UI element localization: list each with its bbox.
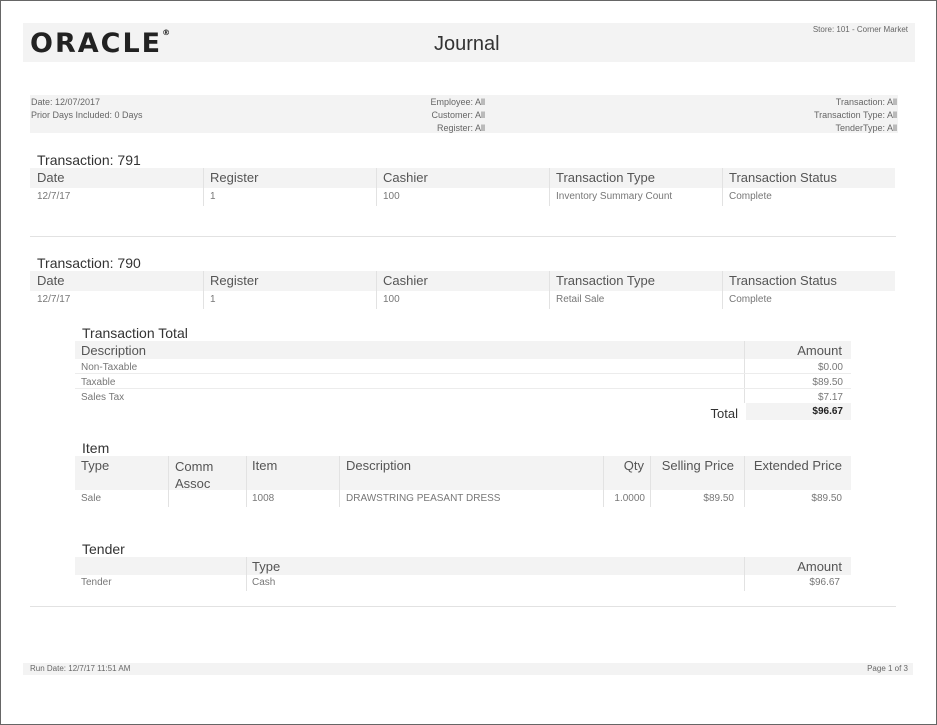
- row-divider: [75, 388, 851, 389]
- item-selling-price: $89.50: [703, 493, 734, 504]
- cell-date: 12/7/17: [37, 294, 71, 305]
- item-description: DRAWSTRING PEASANT DRESS: [346, 493, 501, 504]
- filter-register: Register: All: [436, 123, 485, 133]
- col-extended-price: Extended Price: [753, 458, 842, 473]
- column-divider: [722, 168, 723, 206]
- item-number: 1008: [252, 493, 275, 504]
- transaction-title: Transaction: 791: [37, 152, 141, 168]
- total-row-label: Sales Tax: [81, 392, 125, 403]
- tender-type: Cash: [252, 577, 276, 588]
- row-divider: [75, 373, 851, 374]
- total-row-amount: $89.50: [812, 377, 843, 388]
- column-divider: [603, 456, 604, 507]
- col-description: Description: [81, 343, 147, 358]
- item-qty: 1.0000: [614, 493, 645, 504]
- cell-transaction-type: Inventory Summary Count: [556, 191, 673, 202]
- cell-cashier: 100: [383, 191, 400, 202]
- column-divider: [744, 456, 745, 507]
- footer-band: [23, 663, 913, 675]
- report-page: ORACLE® Journal Store: 101 - Corner Mark…: [0, 0, 937, 725]
- column-divider: [376, 168, 377, 206]
- col-cashier: Cashier: [383, 170, 428, 185]
- tender-title: Tender: [82, 541, 125, 557]
- col-description: Description: [346, 458, 412, 473]
- column-divider: [203, 271, 204, 309]
- run-date: Run Date: 12/7/17 11:51 AM: [30, 664, 131, 673]
- col-date: Date: [37, 273, 65, 288]
- total-row-amount: $7.17: [817, 392, 843, 403]
- col-date: Date: [37, 170, 65, 185]
- section-divider: [30, 236, 896, 237]
- cell-transaction-status: Complete: [729, 191, 772, 202]
- column-divider: [339, 456, 340, 507]
- transaction-title: Transaction: 790: [37, 255, 141, 271]
- col-tender-amount: Amount: [797, 559, 842, 574]
- oracle-logo: ORACLE®: [30, 28, 171, 59]
- filter-transaction-type: Transaction Type: All: [813, 110, 897, 120]
- filter-tender-type: TenderType: All: [835, 123, 897, 133]
- column-divider: [744, 557, 745, 591]
- tender-label: Tender: [81, 577, 112, 588]
- col-cashier: Cashier: [383, 273, 428, 288]
- cell-transaction-status: Complete: [729, 294, 772, 305]
- tender-amount: $96.67: [809, 577, 840, 588]
- col-type: Type: [81, 458, 110, 473]
- totals-title: Transaction Total: [82, 325, 188, 341]
- col-register: Register: [210, 273, 259, 288]
- page-number: Page 1 of 3: [867, 664, 908, 673]
- total-row-label: Taxable: [81, 377, 116, 388]
- col-register: Register: [210, 170, 259, 185]
- col-item: Item: [252, 458, 278, 473]
- column-divider: [376, 271, 377, 309]
- filter-employee: Employee: All: [430, 97, 485, 107]
- item-extended-price: $89.50: [811, 493, 842, 504]
- column-divider: [549, 271, 550, 309]
- grand-total-amount: $96.67: [812, 406, 843, 417]
- report-title: Journal: [434, 33, 500, 55]
- column-divider: [246, 456, 247, 507]
- cell-cashier: 100: [383, 294, 400, 305]
- col-transaction-type: Transaction Type: [556, 273, 655, 288]
- filter-date: Date: 12/07/2017: [31, 97, 101, 107]
- cell-register: 1: [210, 191, 216, 202]
- total-row-amount: $0.00: [817, 362, 843, 373]
- totals-header-band: [75, 341, 851, 359]
- filter-customer: Customer: All: [431, 110, 485, 120]
- column-divider: [549, 168, 550, 206]
- store-label: Store: 101 - Corner Market: [812, 25, 908, 34]
- col-transaction-status: Transaction Status: [729, 273, 837, 288]
- col-comm-assoc: Comm Assoc: [175, 459, 214, 491]
- cell-register: 1: [210, 294, 216, 305]
- cell-transaction-type: Retail Sale: [556, 294, 605, 305]
- col-selling-price: Selling Price: [661, 458, 734, 473]
- col-tender-type: Type: [252, 559, 281, 574]
- filter-transaction: Transaction: All: [835, 97, 897, 107]
- tender-header-band: [75, 557, 851, 575]
- column-divider: [744, 341, 745, 403]
- col-transaction-type: Transaction Type: [556, 170, 655, 185]
- total-row-label: Non-Taxable: [81, 362, 138, 373]
- col-amount: Amount: [797, 343, 842, 358]
- column-divider: [722, 271, 723, 309]
- column-divider: [246, 557, 247, 591]
- column-divider: [168, 456, 169, 507]
- section-divider: [30, 606, 896, 607]
- col-qty: Qty: [623, 458, 644, 473]
- filter-prior-days: Prior Days Included: 0 Days: [31, 110, 143, 120]
- item-type: Sale: [81, 493, 102, 504]
- cell-date: 12/7/17: [37, 191, 71, 202]
- col-transaction-status: Transaction Status: [729, 170, 837, 185]
- column-divider: [203, 168, 204, 206]
- items-title: Item: [82, 440, 110, 456]
- grand-total-label: Total: [710, 406, 738, 421]
